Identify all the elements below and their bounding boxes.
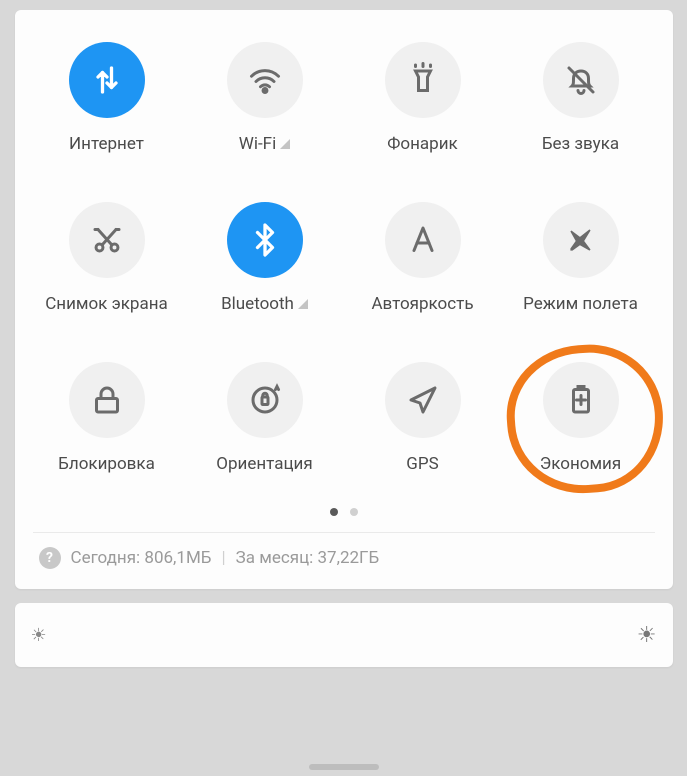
tile-bluetooth[interactable]: Bluetooth <box>191 202 339 314</box>
home-indicator[interactable] <box>309 764 379 770</box>
tiles-grid: Интернет Wi-Fi Фонар <box>33 42 655 474</box>
tile-flashlight[interactable]: Фонарик <box>349 42 497 154</box>
tile-battery-saver[interactable]: Экономия <box>507 362 655 474</box>
signal-icon <box>280 139 290 149</box>
tile-label: Фонарик <box>387 134 457 154</box>
tile-gps[interactable]: GPS <box>349 362 497 474</box>
page-dot <box>330 508 338 516</box>
tile-screenshot[interactable]: Снимок экрана <box>33 202 181 314</box>
tile-label: Без звука <box>542 134 619 154</box>
bell-off-icon <box>543 42 619 118</box>
tile-label: Bluetooth <box>221 294 308 314</box>
rotation-lock-icon <box>227 362 303 438</box>
tile-label: Интернет <box>69 134 144 154</box>
tile-label: Режим полета <box>523 294 638 314</box>
data-arrows-icon <box>69 42 145 118</box>
tile-orientation[interactable]: Ориентация <box>191 362 339 474</box>
tile-mute[interactable]: Без звука <box>507 42 655 154</box>
tile-autobrightness[interactable]: Автояркость <box>349 202 497 314</box>
help-icon: ? <box>39 547 61 569</box>
battery-plus-icon <box>543 362 619 438</box>
airplane-icon <box>543 202 619 278</box>
separator: | <box>222 548 226 568</box>
tile-airplane[interactable]: Режим полета <box>507 202 655 314</box>
tile-label: Снимок экрана <box>45 294 168 314</box>
tile-label: Ориентация <box>216 454 312 474</box>
usage-month: За месяц: 37,22ГБ <box>236 548 380 568</box>
tile-label: GPS <box>406 454 438 474</box>
flashlight-icon <box>385 42 461 118</box>
scissors-icon <box>69 202 145 278</box>
auto-brightness-icon <box>385 202 461 278</box>
signal-icon <box>298 299 308 309</box>
tile-wifi[interactable]: Wi-Fi <box>191 42 339 154</box>
tile-label: Wi-Fi <box>239 134 290 154</box>
tile-internet[interactable]: Интернет <box>33 42 181 154</box>
quick-settings-panel: Интернет Wi-Fi Фонар <box>15 10 673 589</box>
navigation-icon <box>385 362 461 438</box>
wifi-icon <box>227 42 303 118</box>
usage-today: Сегодня: 806,1МБ <box>71 548 212 568</box>
page-dot <box>350 508 358 516</box>
tile-label: Автояркость <box>371 294 473 314</box>
bluetooth-icon <box>227 202 303 278</box>
page-indicator <box>33 508 655 516</box>
brightness-high-icon: ☀ <box>637 623 657 648</box>
tile-label: Экономия <box>540 454 621 474</box>
lock-icon <box>69 362 145 438</box>
tile-label: Блокировка <box>58 454 155 474</box>
data-usage-row[interactable]: ? Сегодня: 806,1МБ | За месяц: 37,22ГБ <box>33 533 655 577</box>
brightness-slider[interactable]: ☀ ☀ <box>15 603 673 667</box>
tile-lock[interactable]: Блокировка <box>33 362 181 474</box>
brightness-low-icon: ☀ <box>31 625 47 646</box>
